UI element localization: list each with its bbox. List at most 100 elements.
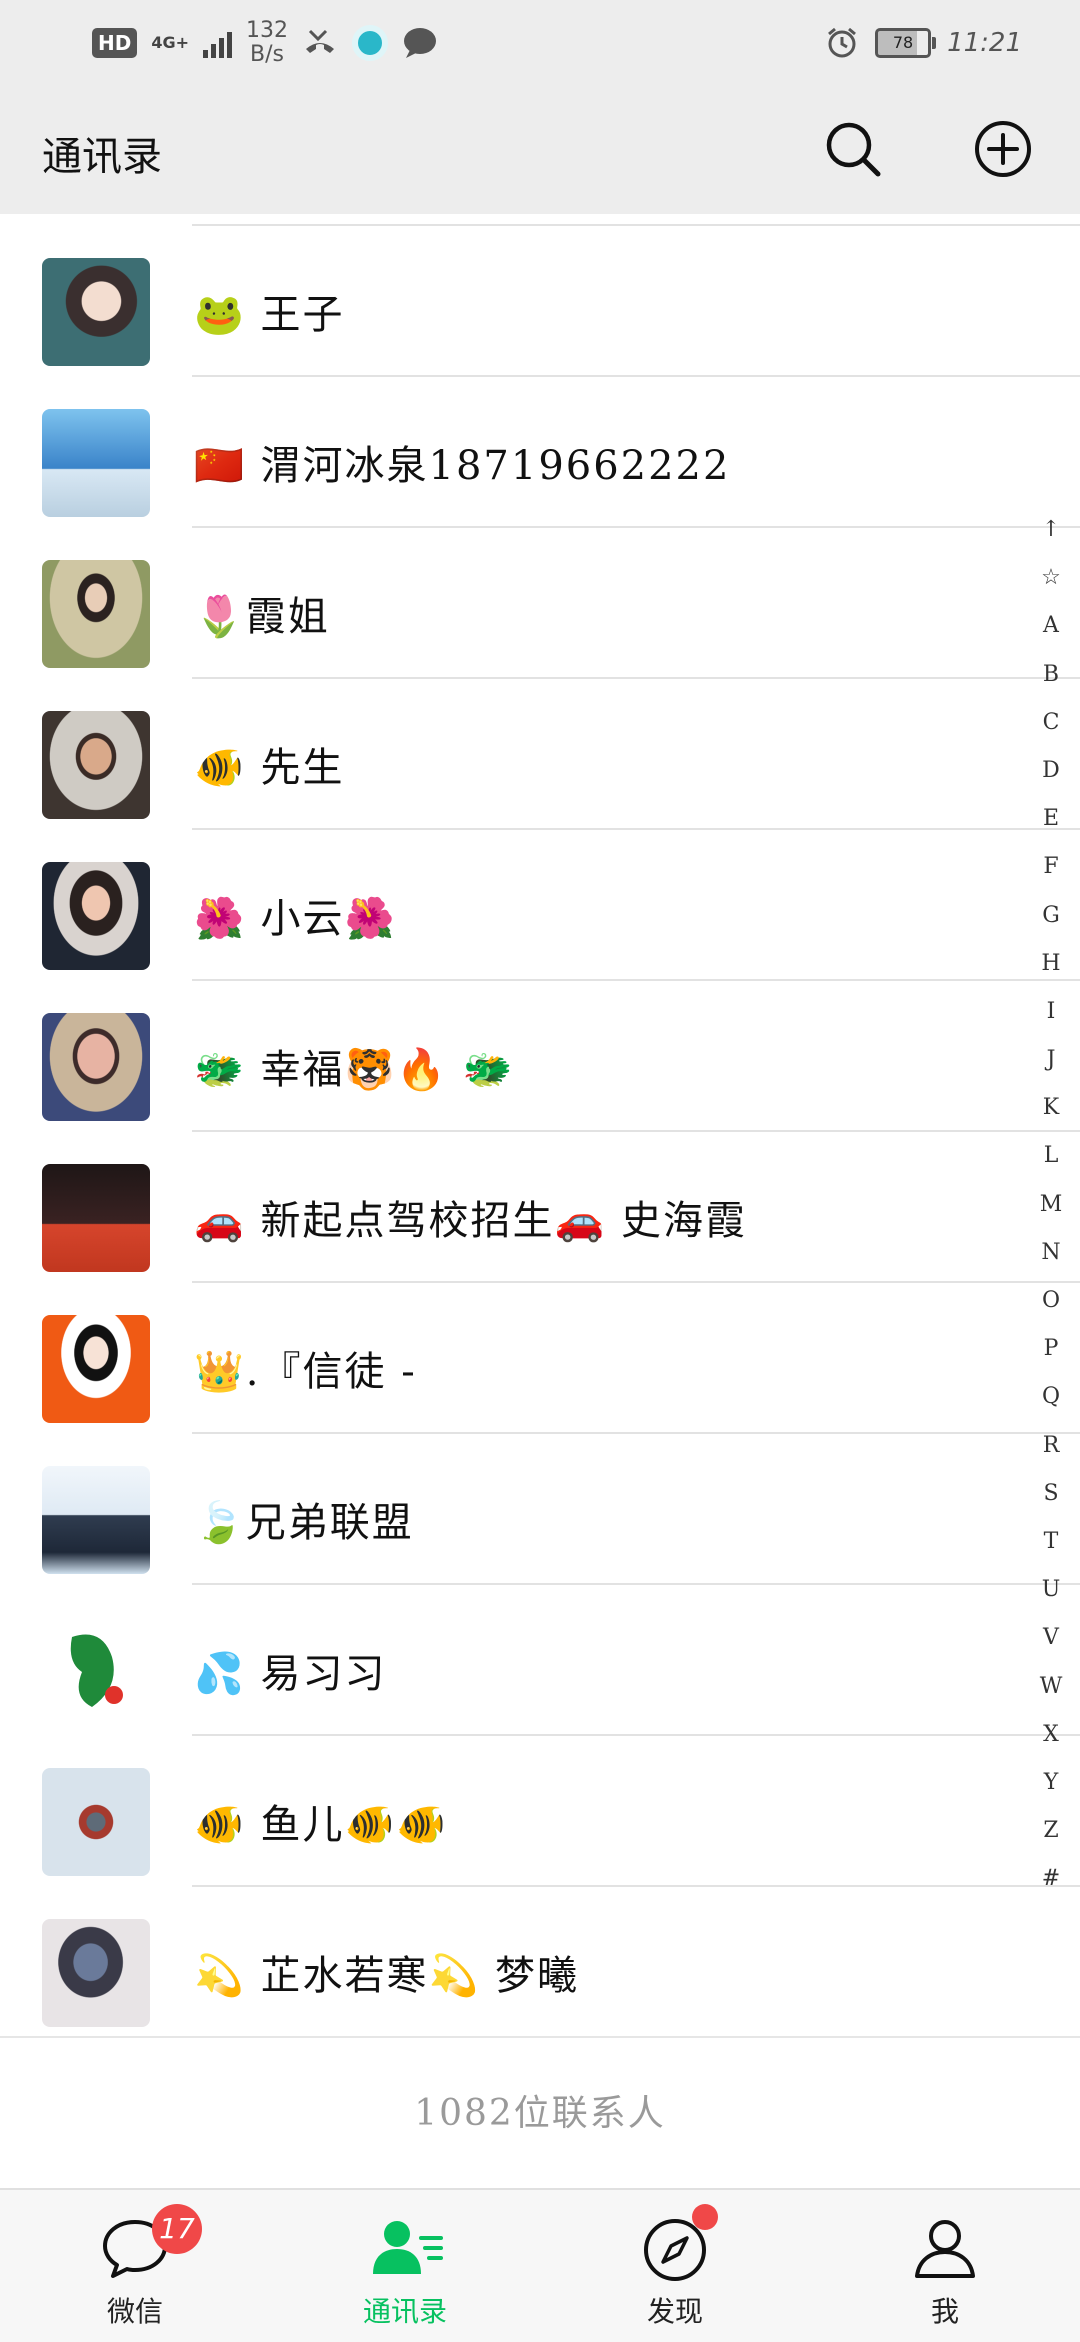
index-letter[interactable]: ☆ [1041,554,1061,602]
tab-label: 我 [930,2295,959,2328]
avatar [42,1315,150,1423]
tab-label: 发现 [646,2295,703,2328]
contact-item[interactable]: 🌷霞姐 [0,528,1080,679]
contact-item[interactable]: 🐠 先生 [0,679,1080,830]
header: 通讯录 [0,84,1080,214]
search-icon [826,122,881,177]
avatar [42,1919,150,2027]
contact-item[interactable]: 💫 芷水若寒💫 梦曦 [0,1887,1080,2038]
speed-unit: B/s [250,42,284,67]
index-letter[interactable]: H [1041,940,1060,988]
contact-name: 👑.『信徒 - [194,1349,417,1395]
network-type: 4G+ [151,33,190,52]
alarm-icon [828,27,857,58]
avatar [42,711,150,819]
tab-me[interactable]: 我 [810,2190,1080,2342]
index-letter[interactable]: T [1044,1518,1059,1566]
status-right: 78 11:21 [825,20,1022,66]
tab-label: 通讯录 [362,2295,447,2328]
avatar-logo [70,1634,123,1707]
contact-name: 🐠 鱼儿🐠🐠 [194,1802,449,1848]
index-letter[interactable]: P [1044,1325,1059,1373]
tab-label: 微信 [106,2295,163,2328]
index-letter[interactable]: E [1043,795,1059,843]
contact-name: 🌺 小云🌺 [194,896,397,942]
status-left: HD 4G+ 132 B/s [92,18,438,68]
clock: 11:21 [947,28,1022,58]
index-letter[interactable]: C [1043,699,1060,747]
index-letter[interactable]: D [1042,747,1060,795]
contact-item[interactable]: 🇨🇳 渭河冰泉18719662222 [0,377,1080,528]
contact-item[interactable]: 🐠 鱼儿🐠🐠 [0,1736,1080,1887]
avatar [42,1617,150,1725]
index-letter[interactable]: X [1043,1711,1059,1759]
contact-item[interactable]: 🍃兄弟联盟 [0,1434,1080,1585]
unread-badge: 17 [152,2204,202,2254]
contact-name: 🐲 幸福🐯🔥 🐲 [194,1047,515,1093]
index-letter[interactable]: B [1043,651,1059,699]
battery-icon: 78 [875,28,937,58]
index-letter[interactable]: A [1043,602,1059,650]
search-button[interactable] [822,118,884,180]
index-letter[interactable]: F [1043,843,1058,891]
contact-name: 🇨🇳 渭河冰泉18719662222 [194,443,731,489]
index-letter[interactable]: R [1043,1422,1060,1470]
contact-name: 🐠 先生 [194,745,345,791]
avatar [42,1164,150,1272]
contact-item[interactable]: 🚗 新起点驾校招生🚗 史海霞 [0,1132,1080,1283]
index-letter[interactable]: ↑ [1042,506,1060,554]
index-letter[interactable]: U [1042,1566,1061,1614]
contact-item[interactable]: 🐲 幸福🐯🔥 🐲 [0,981,1080,1132]
index-letter[interactable]: Y [1044,1759,1059,1807]
contacts-icon [373,2221,443,2274]
speed-value: 132 [246,18,289,43]
status-bar: HD 4G+ 132 B/s 78 11:21 [0,0,1080,84]
contact-name: 💦 易习习 [194,1651,387,1697]
hd-indicator: HD [92,28,138,58]
index-letter[interactable]: K [1043,1084,1059,1132]
message-icon [404,28,437,58]
index-letter[interactable]: I [1047,988,1056,1036]
avatar [42,1013,150,1121]
tab-discover[interactable]: 发现 [540,2190,810,2342]
index-letter[interactable]: J [1047,1036,1056,1084]
index-letter[interactable]: Q [1042,1373,1060,1421]
tab-chats[interactable]: 17 微信 [0,2190,270,2342]
index-letter[interactable]: O [1042,1277,1060,1325]
contact-name: 🍃兄弟联盟 [194,1500,414,1546]
index-letter[interactable]: # [1042,1855,1060,1903]
index-letter[interactable]: W [1040,1663,1063,1711]
index-letter[interactable]: M [1040,1181,1063,1229]
discover-notification-dot [692,2204,718,2230]
avatar [42,258,150,366]
signal-icon [203,28,233,58]
avatar [42,1466,150,1574]
bottom-nav: 17 微信 通讯录 发现 我 [0,2188,1080,2342]
tab-contacts[interactable]: 通讯录 [270,2190,540,2342]
contact-item[interactable]: 🌺 小云🌺 [0,830,1080,981]
index-letter[interactable]: L [1044,1132,1059,1180]
network-speed: 132 B/s [246,19,288,67]
avatar [42,1768,150,1876]
page-title: 通讯录 [42,134,162,180]
contact-item[interactable]: 👑.『信徒 - [0,1283,1080,1434]
contact-item[interactable]: 💦 易习习 [0,1585,1080,1736]
contact-count: 1082位联系人 [414,2093,666,2134]
index-letter[interactable]: V [1043,1614,1059,1662]
contact-name: 🐸 王子 [194,292,345,338]
missed-call-icon [306,29,335,53]
avatar [42,560,150,668]
contact-name: 🌷霞姐 [194,594,330,640]
app-notification-icon [352,25,389,61]
contact-name: 🚗 新起点驾校招生🚗 史海霞 [194,1198,748,1244]
index-letter[interactable]: S [1043,1470,1058,1518]
add-button[interactable] [972,118,1034,180]
plus-circle-icon [975,121,1031,177]
avatar [42,409,150,517]
avatar [42,862,150,970]
index-letter[interactable]: N [1041,1229,1060,1277]
index-letter[interactable]: Z [1043,1807,1058,1855]
contact-item[interactable]: 🐸 王子 [0,226,1080,377]
alphabet-index[interactable]: ↑ ☆ A B C D E F G H I J K L M N O P Q R S T U V W X Y Z # [1036,506,1066,1903]
index-letter[interactable]: G [1042,892,1060,940]
